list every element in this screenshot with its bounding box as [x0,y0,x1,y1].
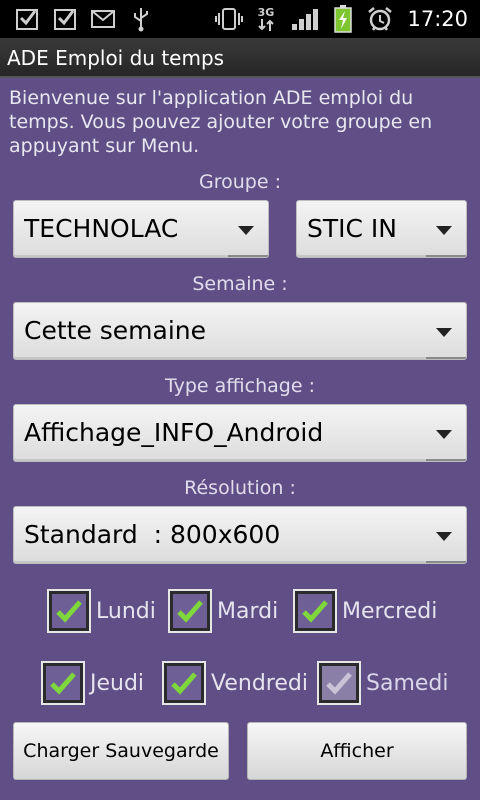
status-bar: 3G 17:20 [0,0,480,38]
chevron-down-icon [436,226,452,235]
checkbox-label: Vendredi [211,670,308,696]
checkbox-label: Mercredi [342,598,438,624]
groupe-group-spinner[interactable]: STIC IN [296,200,467,258]
checkbox-mardi[interactable]: Mardi [168,589,279,633]
app-title: ADE Emploi du temps [7,46,225,70]
spinner-corner [228,255,268,257]
checkbox-label: Lundi [96,598,156,624]
clock-time: 17:20 [407,7,468,31]
semaine-label: Semaine : [192,273,288,295]
type-affichage-value: Affichage_INFO_Android [24,418,324,447]
groupe-label: Groupe : [199,171,281,193]
resolution-label: Résolution : [184,477,296,499]
alarm-icon [366,0,394,38]
checkbox-label: Samedi [366,670,449,696]
intro-text: Bienvenue sur l'application ADE emploi d… [9,87,433,157]
app-title-bar: ADE Emploi du temps [0,38,480,78]
chevron-down-icon [238,226,254,235]
checkbox-notification-icon [14,0,40,38]
data-transfer-icon: 3G [252,0,280,38]
groupe-site-value: TECHNOLAC [24,214,179,243]
checkbox-box[interactable] [317,661,361,705]
groupe-group-value: STIC IN [307,214,397,243]
mail-icon [90,0,116,38]
type-affichage-label: Type affichage : [164,375,315,397]
spinner-corner [426,255,466,257]
chevron-down-icon [436,328,452,337]
checkbox-label: Mardi [217,598,279,624]
checkbox-samedi[interactable]: Samedi [317,661,449,705]
charger-sauvegarde-button[interactable]: Charger Sauvegarde [13,722,229,780]
checkbox-box[interactable] [47,589,91,633]
spinner-corner [426,561,466,563]
checkbox-box[interactable] [41,661,85,705]
checkbox-jeudi[interactable]: Jeudi [41,661,145,705]
checkbox-label: Jeudi [90,670,145,696]
groupe-site-spinner[interactable]: TECHNOLAC [13,200,269,258]
type-affichage-spinner[interactable]: Affichage_INFO_Android [13,404,467,462]
network-type-label: 3G [257,5,275,19]
battery-charging-icon [332,0,354,38]
checkbox-box[interactable] [293,589,337,633]
checkbox-lundi[interactable]: Lundi [47,589,156,633]
semaine-spinner[interactable]: Cette semaine [13,302,467,360]
semaine-value: Cette semaine [24,316,207,345]
checkbox-box[interactable] [162,661,206,705]
chevron-down-icon [436,532,452,541]
resolution-value: Standard : 800x600 [24,520,281,549]
spinner-corner [426,459,466,461]
checkbox-notification-icon [52,0,78,38]
vibrate-icon [214,0,244,38]
resolution-spinner[interactable]: Standard : 800x600 [13,506,467,564]
checkbox-box[interactable] [168,589,212,633]
signal-icon [290,0,320,38]
spinner-corner [426,357,466,359]
afficher-button[interactable]: Afficher [247,722,467,780]
usb-icon [130,0,152,38]
checkbox-vendredi[interactable]: Vendredi [162,661,308,705]
chevron-down-icon [436,430,452,439]
checkbox-mercredi[interactable]: Mercredi [293,589,438,633]
